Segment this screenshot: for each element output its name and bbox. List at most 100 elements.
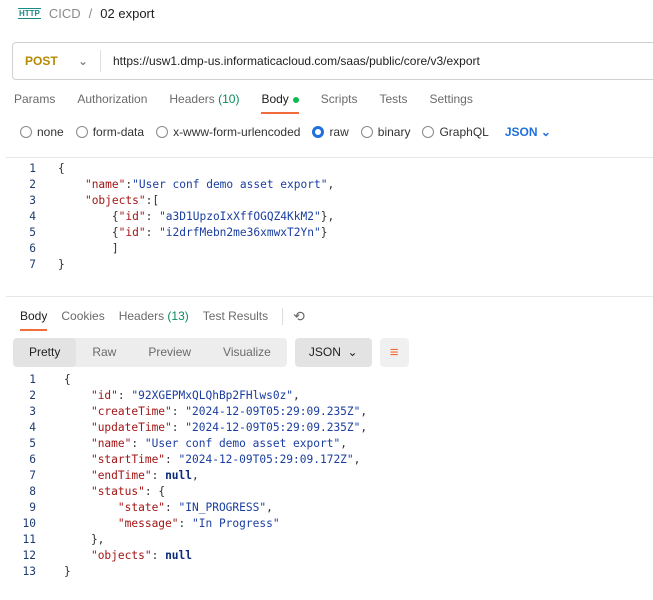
breadcrumb-parent[interactable]: CICD bbox=[49, 6, 81, 21]
response-tab-test-results[interactable]: Test Results bbox=[203, 309, 268, 329]
radio-label: form-data bbox=[92, 125, 145, 139]
radio-raw[interactable]: raw bbox=[312, 125, 349, 139]
line-number: 3 bbox=[29, 405, 36, 418]
tab-body[interactable]: Body bbox=[261, 92, 300, 114]
request-title[interactable]: 02 export bbox=[100, 6, 154, 21]
line-number: 1 bbox=[29, 373, 36, 386]
view-pretty[interactable]: Pretty bbox=[13, 338, 77, 367]
line-number: 12 bbox=[22, 549, 36, 562]
code-line: 5 {"id": "i2drfMebn2me36xmwxT2Yn"} bbox=[6, 225, 653, 241]
method-select[interactable]: POST ⌄ bbox=[13, 50, 101, 72]
code-line: 7 "endTime": null, bbox=[10, 468, 367, 484]
tab-label: Cookies bbox=[61, 309, 105, 323]
line-number: 1 bbox=[29, 162, 36, 175]
breadcrumb-separator: / bbox=[88, 6, 93, 21]
line-number: 10 bbox=[22, 517, 36, 530]
breadcrumb: HTTP CICD / 02 export bbox=[18, 6, 155, 21]
radio-none[interactable]: none bbox=[20, 125, 64, 139]
view-preview[interactable]: Preview bbox=[132, 338, 207, 367]
tab-label: Scripts bbox=[320, 92, 358, 106]
active-dot-icon bbox=[292, 96, 299, 103]
code-token: ] bbox=[58, 242, 119, 255]
tab-headers[interactable]: Headers (10) bbox=[169, 92, 239, 112]
view-visualize[interactable]: Visualize bbox=[207, 338, 287, 367]
code-line: 11 }, bbox=[10, 532, 367, 548]
code-token: "id" bbox=[118, 226, 146, 239]
code-token: , bbox=[353, 453, 361, 466]
code-token: "id" bbox=[118, 210, 146, 223]
code-token: : bbox=[165, 501, 179, 514]
code-token: "2024-12-09T05:29:09.235Z" bbox=[185, 421, 361, 434]
line-number: 7 bbox=[29, 258, 36, 271]
tab-authorization[interactable]: Authorization bbox=[77, 92, 147, 112]
radio-urlencoded[interactable]: x-www-form-urlencoded bbox=[156, 125, 300, 139]
tab-count: (10) bbox=[218, 92, 240, 106]
radio-icon bbox=[360, 126, 373, 138]
code-token: "2024-12-09T05:29:09.172Z" bbox=[178, 453, 354, 466]
wrap-lines-icon[interactable]: ≡ bbox=[379, 338, 409, 367]
tab-tests[interactable]: Tests bbox=[379, 92, 407, 112]
view-mode-selector: Pretty Raw Preview Visualize bbox=[13, 338, 287, 367]
body-type-options: none form-data x-www-form-urlencoded raw… bbox=[20, 125, 551, 139]
code-token: "name" bbox=[90, 437, 132, 450]
tab-label: Tests bbox=[379, 92, 408, 106]
response-format-select[interactable]: JSON ⌄ bbox=[294, 338, 372, 367]
response-toolbar: Pretty Raw Preview Visualize JSON ⌄ ≡ bbox=[13, 338, 409, 367]
code-token: "updateTime" bbox=[90, 421, 172, 434]
code-token: : bbox=[178, 517, 192, 530]
code-token: null bbox=[165, 549, 193, 562]
chevron-down-icon: ⌄ bbox=[77, 54, 88, 68]
radio-icon bbox=[422, 126, 435, 138]
code-token: "92XGEPMxQLQhBp2FHlws0z" bbox=[131, 389, 294, 402]
radio-graphql[interactable]: GraphQL bbox=[422, 125, 489, 139]
radio-icon bbox=[156, 126, 169, 138]
code-token: "objects" bbox=[84, 194, 146, 207]
code-token: "2024-12-09T05:29:09.235Z" bbox=[185, 405, 361, 418]
code-token: , bbox=[266, 501, 273, 514]
code-token: } bbox=[58, 258, 65, 271]
view-raw[interactable]: Raw bbox=[76, 338, 132, 367]
code-token: : bbox=[145, 210, 160, 223]
response-tab-body[interactable]: Body bbox=[20, 309, 48, 331]
code-line: 12 "objects": null bbox=[10, 548, 367, 564]
code-token: "createTime" bbox=[90, 405, 172, 418]
radio-icon bbox=[75, 126, 88, 138]
tab-params[interactable]: Params bbox=[14, 92, 55, 112]
url-input[interactable]: https://usw1.dmp-us.informaticacloud.com… bbox=[101, 54, 480, 68]
tab-label: Body bbox=[20, 309, 48, 323]
code-line: 9 "state": "IN_PROGRESS", bbox=[10, 500, 367, 516]
response-tab-cookies[interactable]: Cookies bbox=[61, 309, 104, 329]
tab-scripts[interactable]: Scripts bbox=[321, 92, 358, 112]
line-number: 7 bbox=[29, 469, 36, 482]
code-token: : bbox=[131, 437, 145, 450]
code-line: 5 "name": "User conf demo asset export", bbox=[10, 436, 367, 452]
request-body-editor[interactable]: 1{2 "name": "User conf demo asset export"… bbox=[6, 157, 653, 297]
radio-icon bbox=[20, 126, 32, 138]
code-token: : bbox=[165, 453, 179, 466]
response-tab-headers[interactable]: Headers (13) bbox=[119, 309, 189, 329]
tab-settings[interactable]: Settings bbox=[430, 92, 473, 112]
history-icon[interactable]: ⟲ bbox=[282, 307, 305, 325]
code-token: }, bbox=[320, 210, 335, 223]
body-format-select[interactable]: JSON ⌄ bbox=[505, 125, 551, 139]
response-tabs: Body Cookies Headers (13) Test Results ⟲ bbox=[20, 307, 305, 331]
request-tabs: Params Authorization Headers (10) Body S… bbox=[14, 92, 495, 114]
line-number: 2 bbox=[29, 178, 36, 191]
code-line: 1{ bbox=[10, 372, 367, 388]
tab-count: (13) bbox=[167, 309, 189, 323]
radio-form-data[interactable]: form-data bbox=[75, 125, 145, 139]
code-token: } bbox=[64, 565, 71, 578]
code-token: :[ bbox=[145, 194, 160, 207]
code-line: 7} bbox=[6, 257, 653, 273]
chevron-down-icon: ⌄ bbox=[347, 345, 358, 359]
code-line: 4 "updateTime": "2024-12-09T05:29:09.235… bbox=[10, 420, 367, 436]
radio-binary[interactable]: binary bbox=[360, 125, 410, 139]
